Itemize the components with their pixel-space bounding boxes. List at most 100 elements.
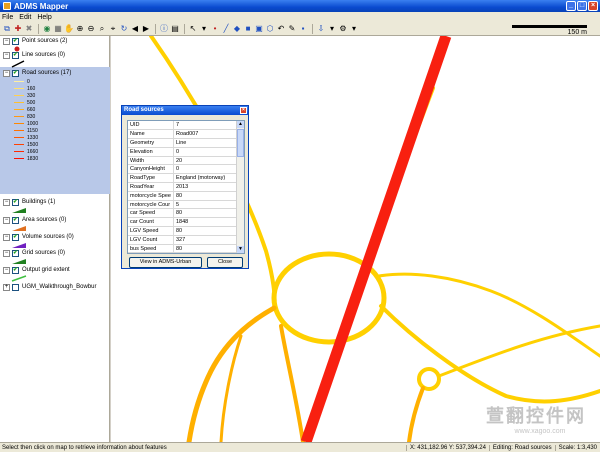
scroll-thumb[interactable] [237, 129, 244, 157]
layer-checkbox[interactable]: ✔ [12, 216, 19, 224]
properties-scrollbar[interactable]: ▲ ▼ [236, 121, 244, 253]
remove-layer-icon[interactable]: ✖ [24, 24, 34, 34]
property-value[interactable]: 1848 [173, 217, 239, 228]
layer-line-sources[interactable]: − ✔ Line sources (0) [0, 50, 110, 70]
layer-buildings[interactable]: − ✔ Buildings (1) [0, 197, 110, 216]
zoom-in-icon[interactable]: ⊕ [75, 24, 85, 34]
property-row[interactable]: Geometry Line [128, 138, 239, 148]
property-row[interactable]: car Speed 80 [128, 208, 239, 219]
vertex-icon[interactable]: ⬡ [265, 24, 275, 34]
property-row[interactable]: LGV Speed 80 [128, 226, 239, 236]
close-button[interactable]: Close [207, 257, 243, 268]
property-value[interactable]: 327 [173, 235, 239, 245]
property-row[interactable]: RoadType England (motorway) [128, 173, 239, 184]
export-icon[interactable]: ⇩ [316, 24, 326, 34]
collapse-icon[interactable]: − [3, 198, 10, 206]
layer-checkbox[interactable]: ✔ [12, 266, 19, 274]
settings-icon[interactable]: ⚙ [338, 24, 348, 34]
collapse-icon[interactable]: − [3, 266, 10, 274]
layer-ugm-walkthrough[interactable]: + UGM_Walkthrough_Bowbur [0, 282, 110, 292]
road-legend-item: 160 [0, 85, 110, 92]
layers-icon[interactable]: ⧉ [2, 24, 12, 34]
property-value[interactable]: 20 [173, 156, 239, 166]
property-value[interactable]: 2013 [173, 182, 239, 192]
dialog-close-icon[interactable]: × [240, 107, 247, 114]
pan-icon[interactable]: ✋ [64, 24, 74, 34]
menu-edit[interactable]: Edit [19, 14, 31, 21]
maximize-icon[interactable]: □ [577, 1, 587, 11]
layer-checkbox[interactable]: ✔ [12, 37, 19, 45]
zoom-out-icon[interactable]: ⊖ [86, 24, 96, 34]
layer-checkbox[interactable]: ✔ [12, 198, 19, 206]
collapse-icon[interactable]: − [3, 249, 10, 257]
property-row[interactable]: RoadYear 2013 [128, 182, 239, 192]
view-in-adms-urban-button[interactable]: View in ADMS-Urban [129, 257, 202, 268]
layer-checkbox[interactable] [12, 283, 19, 291]
property-value[interactable]: 0 [173, 147, 239, 157]
collapse-icon[interactable]: − [3, 37, 10, 45]
layer-checkbox[interactable]: ✔ [12, 51, 19, 59]
property-value[interactable]: 80 [173, 244, 239, 253]
property-row[interactable]: Elevation 0 [128, 147, 239, 157]
refresh-icon[interactable]: ↻ [119, 24, 129, 34]
grid-icon[interactable]: ▦ [53, 24, 63, 34]
layer-road-sources[interactable]: − ✔ Road sources (17) 0 160 330 500 660 830 1000… [0, 68, 110, 162]
back-icon[interactable]: ◀ [130, 24, 140, 34]
property-row[interactable]: motorcycle Spee 80 [128, 191, 239, 201]
collapse-icon[interactable]: − [3, 69, 10, 77]
close-icon[interactable]: × [588, 1, 598, 11]
property-value[interactable]: 0 [173, 164, 239, 175]
minimize-icon[interactable]: _ [566, 1, 576, 11]
globe-icon[interactable]: ◉ [42, 24, 52, 34]
property-row[interactable]: Width 20 [128, 156, 239, 166]
dropdown-icon[interactable]: ▾ [199, 24, 209, 34]
edit-icon[interactable]: ✎ [287, 24, 297, 34]
property-value[interactable]: Line [173, 138, 239, 148]
property-value[interactable]: 7 [173, 121, 239, 131]
property-row[interactable]: LGV Count 327 [128, 235, 239, 245]
scroll-up-icon[interactable]: ▲ [237, 121, 244, 128]
property-value[interactable]: 80 [173, 208, 239, 219]
collapse-icon[interactable]: − [3, 216, 10, 224]
menu-help[interactable]: Help [37, 14, 51, 21]
property-row[interactable]: bus Count5 [128, 252, 239, 253]
collapse-icon[interactable]: − [3, 51, 10, 59]
save-edits-icon[interactable]: ▪ [298, 24, 308, 34]
property-value[interactable]: Road007 [173, 129, 239, 140]
menu-file[interactable]: File [2, 14, 13, 21]
add-layer-icon[interactable]: ✚ [13, 24, 23, 34]
property-value[interactable]: 80 [173, 191, 239, 201]
scroll-down-icon[interactable]: ▼ [237, 246, 244, 253]
toolbar-separator [38, 23, 39, 34]
dropdown-icon[interactable]: ▾ [349, 24, 359, 34]
expand-icon[interactable]: + [3, 283, 10, 291]
property-value[interactable]: 5 [173, 252, 239, 253]
layer-checkbox[interactable]: ✔ [12, 233, 19, 241]
zoom-window-icon[interactable]: ⌖ [108, 24, 118, 34]
layer-checkbox[interactable]: ✔ [12, 69, 19, 77]
add-polygon-icon[interactable]: ◆ [232, 24, 242, 34]
property-value[interactable]: England (motorway) [173, 173, 239, 184]
dropdown-icon[interactable]: ▾ [327, 24, 337, 34]
info-icon[interactable]: ⓘ [159, 24, 169, 34]
property-row[interactable]: UID 7 [128, 121, 239, 131]
add-area-icon[interactable]: ▣ [254, 24, 264, 34]
table-icon[interactable]: ▤ [170, 24, 180, 34]
select-icon[interactable]: ↖ [188, 24, 198, 34]
property-value[interactable]: 80 [173, 226, 239, 236]
add-building-icon[interactable]: ■ [243, 24, 253, 34]
property-row[interactable]: bus Speed 80 [128, 244, 239, 253]
property-row[interactable]: CanyonHeight 0 [128, 164, 239, 175]
zoom-extent-icon[interactable]: ⌕ [97, 24, 107, 34]
property-row[interactable]: Name Road007 [128, 129, 239, 140]
add-line-icon[interactable]: ╱ [221, 24, 231, 34]
properties-grid[interactable]: UID 7 Name Road007 Geometry Line Elevation 0 Wid… [127, 120, 245, 254]
collapse-icon[interactable]: − [3, 233, 10, 241]
undo-icon[interactable]: ↶ [276, 24, 286, 34]
property-row[interactable]: car Count 1848 [128, 217, 239, 228]
layer-checkbox[interactable]: ✔ [12, 249, 19, 257]
property-row[interactable]: motorcycle Cour 5 [128, 200, 239, 210]
add-point-icon[interactable]: • [210, 24, 220, 34]
property-value[interactable]: 5 [173, 200, 239, 210]
forward-icon[interactable]: ▶ [141, 24, 151, 34]
